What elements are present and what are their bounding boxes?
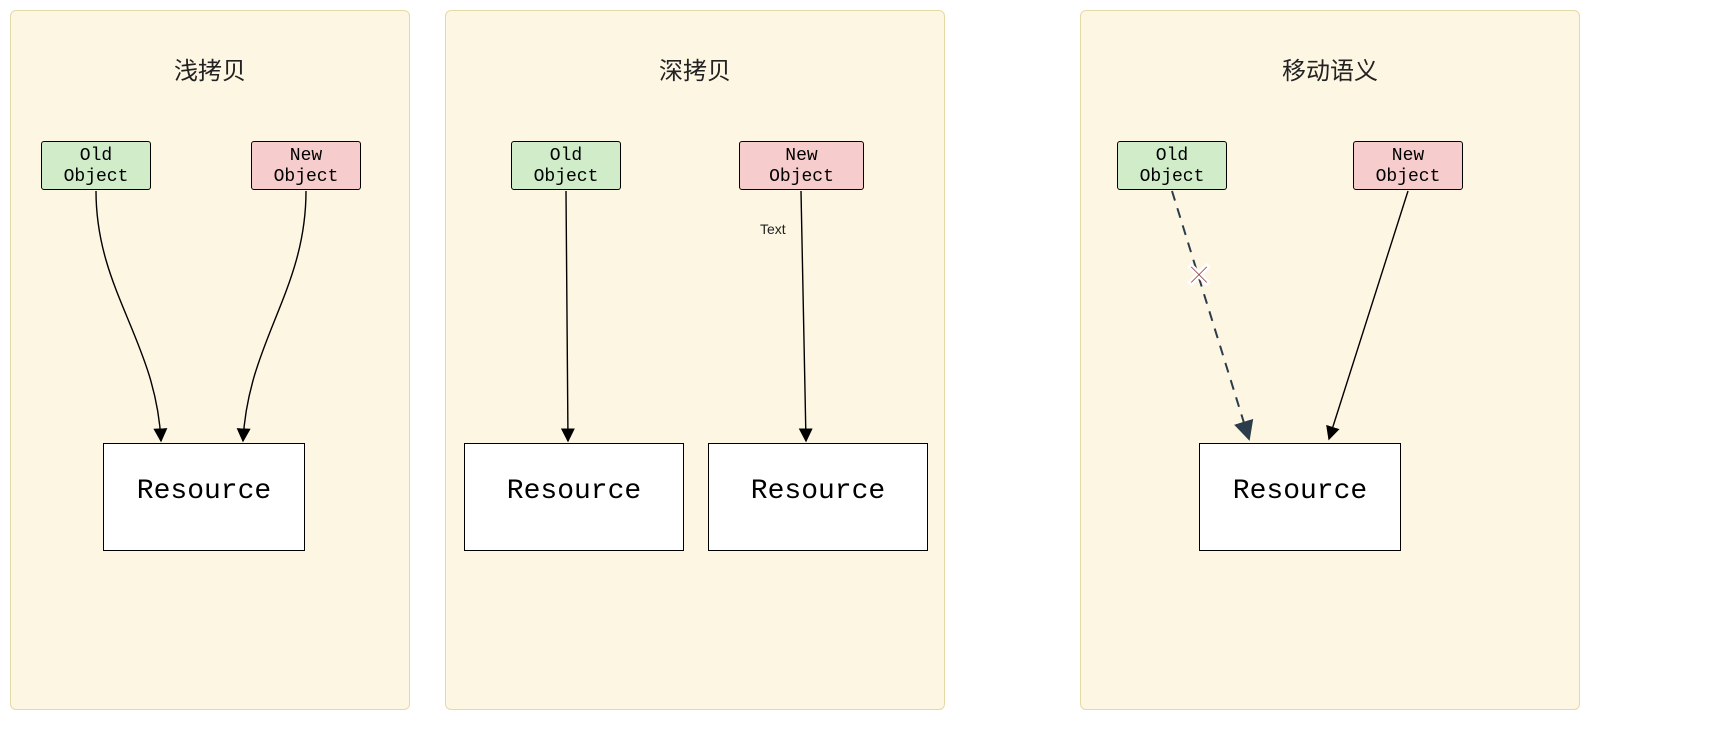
new-object-box: New Object xyxy=(1353,141,1463,190)
new-object-label-line2: Object xyxy=(740,167,863,188)
resource-box: Resource xyxy=(1199,443,1401,551)
arrows-shallow xyxy=(11,11,411,711)
resource-label: Resource xyxy=(1233,476,1367,507)
old-object-label-line2: Object xyxy=(1118,167,1226,188)
resource-box-1: Resource xyxy=(464,443,684,551)
new-object-label-line2: Object xyxy=(252,167,360,188)
arrow-new-to-resource xyxy=(243,191,306,441)
old-object-label-line2: Object xyxy=(512,167,620,188)
new-object-box: New Object xyxy=(251,141,361,190)
new-object-label-line1: New xyxy=(252,146,360,167)
arrows-move xyxy=(1081,11,1581,711)
resource-label: Resource xyxy=(137,476,271,507)
old-object-box: Old Object xyxy=(41,141,151,190)
old-object-label-line1: Old xyxy=(42,146,150,167)
cross-icon: ✕ xyxy=(1185,256,1214,296)
new-object-label-line2: Object xyxy=(1354,167,1462,188)
new-object-box: New Object xyxy=(739,141,864,190)
panel-move-semantics: 移动语义 Old Object New Object Resource xyxy=(1080,10,1580,710)
panel-shallow-copy: 浅拷贝 Old Object New Object Resource xyxy=(10,10,410,710)
arrow-old-to-resource-dashed xyxy=(1172,191,1249,439)
resource-label-2: Resource xyxy=(751,476,885,507)
old-object-label-line2: Object xyxy=(42,167,150,188)
old-object-box: Old Object xyxy=(1117,141,1227,190)
arrow-new-to-resource2 xyxy=(801,191,806,441)
old-object-label-line1: Old xyxy=(1118,146,1226,167)
resource-label-1: Resource xyxy=(507,476,641,507)
new-object-label-line1: New xyxy=(740,146,863,167)
old-object-box: Old Object xyxy=(511,141,621,190)
new-object-label-line1: New xyxy=(1354,146,1462,167)
edge-label-text: Text xyxy=(760,221,786,237)
arrow-old-to-resource xyxy=(96,191,161,441)
arrow-new-to-resource xyxy=(1329,191,1408,439)
diagram-canvas: 浅拷贝 Old Object New Object Resource 深拷贝 O… xyxy=(0,0,1735,729)
arrows-deep xyxy=(446,11,946,711)
old-object-label-line1: Old xyxy=(512,146,620,167)
resource-box-2: Resource xyxy=(708,443,928,551)
panel-deep-copy: 深拷贝 Old Object New Object Text Resource … xyxy=(445,10,945,710)
resource-box: Resource xyxy=(103,443,305,551)
arrow-old-to-resource1 xyxy=(566,191,568,441)
